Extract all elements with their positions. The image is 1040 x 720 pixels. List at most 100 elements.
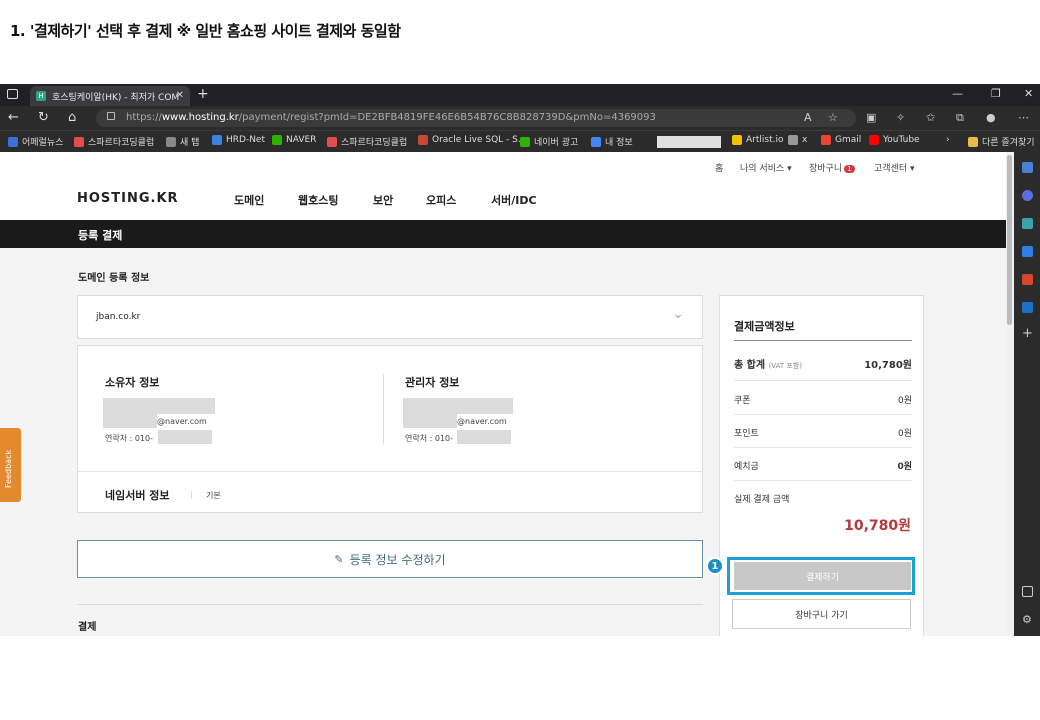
bookmark-label: YouTube [883, 135, 920, 145]
back-icon[interactable]: ← [8, 110, 19, 125]
bookmark-icon [520, 136, 530, 147]
read-aloud-icon[interactable]: A [804, 111, 812, 124]
window-menu-icon[interactable] [7, 89, 18, 99]
page-title-bar: 등록 결제 [0, 220, 1006, 248]
separator: | [190, 490, 193, 499]
point-row: 포인트 0원 [734, 429, 912, 439]
games-icon[interactable] [1022, 246, 1033, 257]
refresh-icon[interactable]: ↻ [38, 110, 49, 125]
divider [734, 380, 912, 381]
bookmark-item[interactable]: Artlist.io [732, 135, 783, 145]
bookmark-label: Gmail [835, 135, 862, 145]
collapse-sidebar-icon[interactable] [1022, 586, 1033, 597]
outlook-icon[interactable] [1022, 302, 1033, 313]
bookmark-item[interactable]: 스파르타코딩클럽 [327, 135, 407, 148]
bookmark-item[interactable]: 내 정보 [591, 135, 633, 148]
cart-count-badge: 1 [844, 165, 855, 173]
util-support-link[interactable]: 고객센터 ▾ [874, 161, 915, 174]
bookmarks-chevron-icon[interactable]: › [946, 135, 950, 145]
bookmark-label: 내 정보 [605, 138, 633, 148]
collections-icon[interactable]: ⧉ [956, 111, 964, 125]
search-icon[interactable] [1022, 162, 1033, 173]
gnb-security[interactable]: 보안 [373, 192, 393, 208]
pencil-icon: ✎ [334, 552, 344, 566]
coupon-row: 쿠폰 0원 [734, 396, 912, 406]
total-value: 10,780원 [864, 360, 912, 371]
edit-registration-button[interactable]: ✎ 등록 정보 수정하기 [77, 540, 703, 578]
settings-gear-icon[interactable]: ⚙ [1022, 614, 1033, 625]
gnb-office[interactable]: 오피스 [426, 192, 456, 208]
util-my-service-link[interactable]: 나의 서비스 ▾ [740, 161, 792, 174]
office-icon[interactable] [1022, 274, 1033, 285]
bookmark-item[interactable]: 어페럴뉴스 [8, 135, 63, 148]
bookmark-item[interactable]: NAVER [272, 135, 316, 145]
scrollbar[interactable] [1006, 152, 1014, 636]
redacted-bookmark [657, 136, 721, 148]
gnb-domain[interactable]: 도메인 [234, 192, 264, 208]
browser-tab[interactable]: H 호스팅케이알(HK) - 최저가 COM ✕ [30, 86, 190, 106]
bookmark-item[interactable]: YouTube [869, 135, 920, 145]
tab-bar: H 호스팅케이알(HK) - 최저가 COM ✕ + — ❐ ✕ [0, 84, 1040, 106]
hosting-favicon-icon: H [36, 91, 46, 101]
favorite-star-icon[interactable]: ☆ [828, 111, 838, 124]
owner-redacted-email [103, 414, 157, 428]
bookmark-label: 스파르타코딩클럽 [88, 138, 155, 148]
scrollbar-thumb[interactable] [1007, 155, 1012, 325]
go-to-cart-button[interactable]: 장바구니 가기 [732, 599, 911, 629]
site-logo[interactable]: HOSTING.KR [77, 191, 179, 206]
gnb-server-idc[interactable]: 서버/IDC [491, 192, 537, 208]
bookmarks-bar: › 다른 즐겨찾기 어페럴뉴스 스파르타코딩클럽 새 탭 HRD-Net NAVER 스파… [0, 130, 1040, 152]
minimize-icon[interactable]: — [952, 87, 963, 100]
lock-icon[interactable] [107, 112, 115, 120]
bookmark-label: 네이버 광고 [534, 138, 579, 148]
divider [734, 340, 912, 341]
admin-title: 관리자 정보 [405, 376, 460, 389]
add-icon[interactable]: + [1022, 327, 1033, 340]
chevron-down-icon[interactable]: ⌄ [672, 306, 684, 322]
bookmark-label: Artlist.io [746, 135, 784, 145]
profile-icon[interactable]: ● [986, 111, 996, 124]
other-bookmarks[interactable]: 다른 즐겨찾기 [968, 135, 1035, 148]
url-input[interactable]: https://www.hosting.kr/payment/regist?pm… [96, 109, 856, 127]
bookmark-icon [166, 136, 176, 147]
bookmark-item[interactable]: x [788, 135, 807, 145]
divider [734, 414, 912, 415]
domain-select[interactable]: jban.co.kr ⌄ [77, 295, 703, 339]
puzzle-icon[interactable]: ✧ [896, 111, 905, 124]
bookmark-item[interactable]: HRD-Net [212, 135, 265, 145]
bookmark-label: NAVER [286, 135, 317, 145]
bookmark-item[interactable]: 새 탭 [166, 135, 199, 148]
site-header: 홈 나의 서비스 ▾ 장바구니 1 고객센터 ▾ HOSTING.KR 도메인 웹… [0, 152, 1006, 220]
bookmark-label: HRD-Net [226, 135, 265, 145]
summary-title: 결제금액정보 [734, 320, 795, 333]
more-icon[interactable]: ⋯ [1018, 111, 1029, 124]
tools-icon[interactable] [1022, 218, 1033, 229]
bookmark-item[interactable]: 네이버 광고 [520, 135, 578, 148]
divider [78, 471, 702, 472]
close-window-icon[interactable]: ✕ [1024, 87, 1033, 100]
shopping-icon[interactable] [1022, 190, 1033, 201]
divider [77, 604, 703, 605]
bookmark-item[interactable]: Oracle Live SQL - S... [418, 135, 526, 145]
bookmark-item[interactable]: Gmail [821, 135, 861, 145]
new-tab-icon[interactable]: + [197, 86, 209, 102]
home-icon[interactable]: ⌂ [68, 110, 76, 125]
restore-icon[interactable]: ❐ [991, 87, 1001, 100]
util-home-link[interactable]: 홈 [715, 161, 723, 174]
web-page: 홈 나의 서비스 ▾ 장바구니 1 고객센터 ▾ HOSTING.KR 도메인 웹… [0, 152, 1006, 636]
gnb-webhosting[interactable]: 웹호스팅 [298, 192, 338, 208]
pay-button[interactable]: 결제하기 [734, 562, 911, 590]
owner-email: @naver.com [157, 417, 207, 426]
feedback-tab[interactable]: Feedback [0, 428, 21, 502]
util-cart-link[interactable]: 장바구니 1 [809, 161, 855, 174]
instruction-caption: 1. '결제하기' 선택 후 결제 ※ 일반 홈쇼핑 사이트 결제와 동일함 [10, 22, 401, 40]
bookmark-icon [591, 136, 601, 147]
actual-value: 10,780원 [844, 518, 911, 534]
folder-icon [968, 136, 978, 147]
extension-icon[interactable]: ▣ [866, 111, 876, 124]
divider [734, 480, 912, 481]
close-tab-icon[interactable]: ✕ [176, 90, 184, 101]
favorites-icon[interactable]: ✩ [926, 111, 935, 124]
bookmark-icon [821, 135, 831, 145]
bookmark-item[interactable]: 스파르타코딩클럽 [74, 135, 154, 148]
